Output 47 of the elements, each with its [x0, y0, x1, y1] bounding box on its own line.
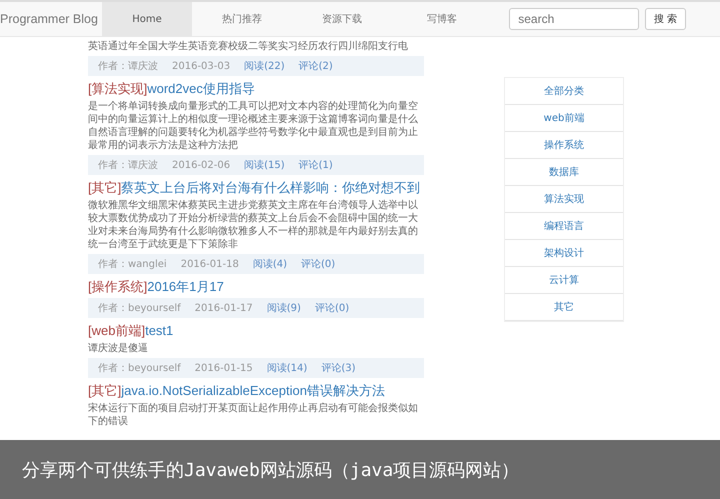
reads-link[interactable]: 阅读(4) [252, 257, 287, 271]
author-text: 作者：beyourself [98, 302, 181, 315]
post-title[interactable]: [其它]java.io.NotSerializableException错误解决方法 [88, 382, 424, 400]
nav-link[interactable]: 热门推荐 [192, 2, 292, 36]
reads-link[interactable]: 阅读(15) [244, 158, 285, 172]
comments-link[interactable]: 评论(1) [298, 158, 333, 172]
caption-text: 分享两个可供练手的Javaweb网站源码（java项目源码网站） [22, 458, 520, 482]
brand-title[interactable]: Programmer Blog [0, 12, 102, 26]
search-field[interactable]: search [509, 8, 640, 30]
comments-link[interactable]: 评论(0) [301, 257, 336, 271]
date-text: 2016-02-06 [172, 160, 230, 170]
category-link[interactable]: 算法实现 [505, 186, 623, 213]
comments-link[interactable]: 评论(0) [314, 301, 350, 315]
author-text: 作者：beyourself [98, 362, 181, 375]
post-summary: 微软雅黑华文细黑宋体蔡英民主进步党蔡英文主席在年台湾领导人选举中以较大票数优势成功了开始分析绿营的蔡英文上台后会不会阻碍中国的统一大业对未来台海局势有什么影响微软雅多人不一样的那就是年内最好别去真的统一台湾至于武统更是下下策除非 [88, 199, 419, 251]
date-text: 2016-01-18 [180, 258, 239, 270]
comments-link[interactable]: 评论(3) [321, 361, 356, 375]
reads-link[interactable]: 阅读(22) [244, 59, 285, 73]
category-link[interactable]: 云计算 [505, 267, 623, 294]
nav-link[interactable]: 写博客 [392, 2, 492, 36]
comments-link[interactable]: 评论(2) [298, 59, 333, 73]
post-title[interactable]: [操作系统]2016年1月17 [88, 278, 424, 296]
post-summary: 英语通过年全国大学生英语竞赛校级二等奖实习经历农行四川绵阳支行电 [88, 40, 409, 53]
author-text: 作者：wanglei [98, 258, 167, 271]
category-link[interactable]: 操作系统 [505, 132, 623, 159]
nav-link[interactable]: Home [102, 2, 192, 36]
author-text: 作者：谭庆波 [98, 158, 158, 172]
post-title[interactable]: [其它]蔡英文上台后将对台海有什么样影响：你绝对想不到 [88, 179, 424, 197]
category-link[interactable]: 其它 [505, 294, 623, 321]
date-text: 2016-01-15 [194, 362, 253, 374]
post-title[interactable]: [web前端]test1 [88, 322, 424, 340]
search-button[interactable]: 搜 索 [645, 8, 686, 30]
category-link[interactable]: 全部分类 [505, 78, 623, 105]
category-link[interactable]: web前端 [505, 105, 623, 132]
reads-link[interactable]: 阅读(14) [266, 361, 308, 375]
reads-link[interactable]: 阅读(9) [266, 301, 301, 315]
author-text: 作者：谭庆波 [98, 60, 158, 73]
nav-link[interactable]: 资源下载 [292, 2, 392, 36]
category-link[interactable]: 数据库 [505, 159, 623, 186]
post-title[interactable]: [算法实现]word2vec使用指导 [88, 80, 424, 98]
post-summary: 宋体运行下面的项目启动打开某页面让起作用停止再启动有可能会报类似如下的错误 [88, 402, 419, 428]
category-link[interactable]: 编程语言 [505, 213, 623, 240]
category-link[interactable]: 架构设计 [505, 240, 623, 267]
date-text: 2016-01-17 [194, 302, 253, 314]
post-summary: 是一个将单词转换成向量形式的工具可以把对文本内容的处理简化为向量空间中的向量运算计上的相似度一理论概述主要来源于这篇博客词向量是什么自然语言理解的问题要转化为机器学些符号数学化中最直观也是到目前为止最常用的词表示方法是这种方法把 [88, 100, 419, 152]
post-summary: 谭庆波是傻逼 [88, 342, 149, 355]
date-text: 2016-03-03 [172, 60, 230, 72]
